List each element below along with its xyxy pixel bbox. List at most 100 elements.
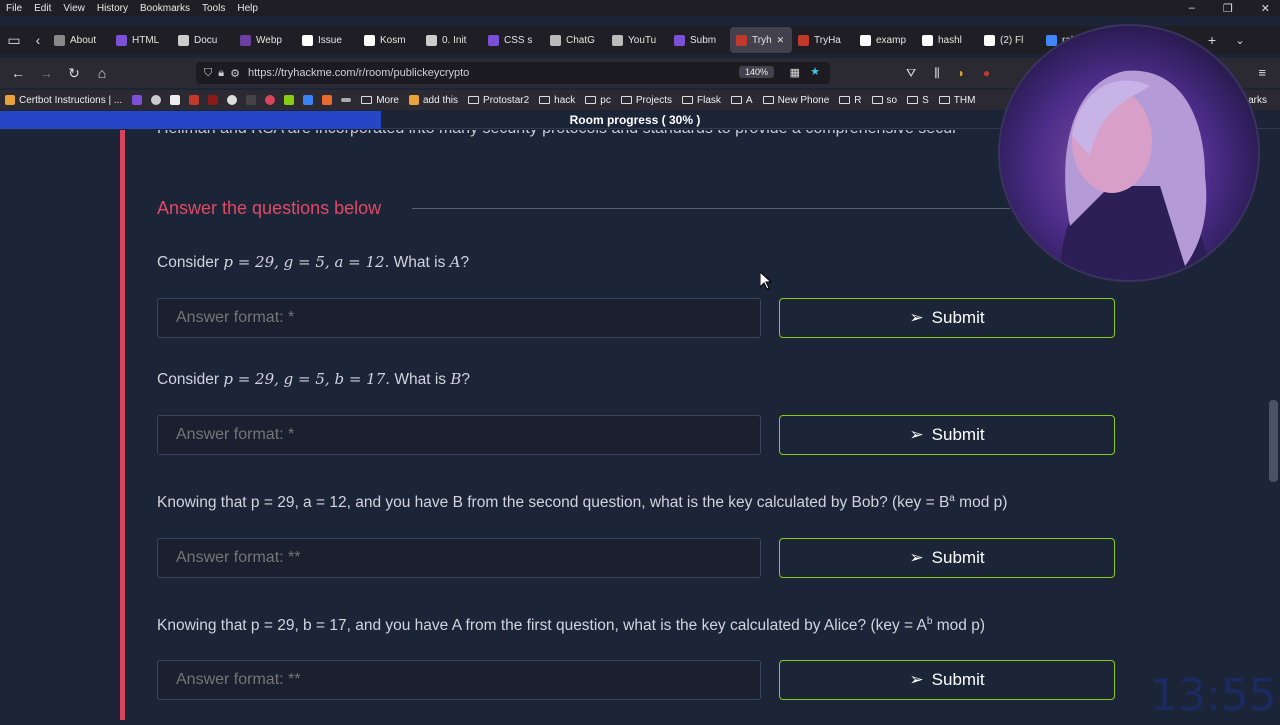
bookmark-so[interactable]: so [867, 95, 903, 106]
shield-icon[interactable]: ⛉ [204, 67, 212, 80]
zoom-indicator[interactable]: 140% [738, 66, 774, 78]
menu-file[interactable]: File [0, 3, 28, 14]
bookmark-add-this[interactable]: add this [404, 95, 463, 106]
reload-icon[interactable]: ↻ [60, 65, 88, 82]
url-text[interactable]: https://tryhackme.com/r/room/publickeycr… [248, 67, 469, 79]
tab-8[interactable]: ChatG [544, 27, 606, 53]
home-icon[interactable]: ⌂ [88, 65, 116, 81]
bookmark-projects[interactable]: Projects [616, 95, 677, 106]
lock-icon[interactable]: 🔒︎ [218, 67, 224, 80]
tab-overflow-icon[interactable]: ⌄ [1226, 34, 1254, 47]
answer-input-3[interactable] [157, 538, 761, 578]
bookmark-pc[interactable]: pc [580, 95, 616, 106]
bookmark-hack[interactable]: hack [534, 95, 580, 106]
submit-button-2[interactable]: ➢ Submit [779, 415, 1115, 455]
tab-12[interactable]: TryHa [792, 27, 854, 53]
bookmark-s[interactable]: S [902, 95, 934, 106]
bookmark-more[interactable]: More [356, 95, 404, 106]
tab-label: HTML [132, 34, 160, 46]
close-tab-icon[interactable]: ✕ [777, 35, 785, 46]
bookmark-r[interactable]: R [834, 95, 866, 106]
tab-13[interactable]: examp [854, 27, 916, 53]
close-window-icon[interactable]: ✕ [1261, 2, 1270, 15]
tab-3[interactable]: Webp [234, 27, 296, 53]
tab-4[interactable]: Issue [296, 27, 358, 53]
tab-favicon-icon [178, 34, 189, 46]
tab-label: hashl [938, 34, 962, 46]
tab-favicon-icon [612, 34, 623, 46]
tab-6[interactable]: 0. Init [420, 27, 482, 53]
tab-5[interactable]: Kosm [358, 27, 420, 53]
folder-icon [762, 96, 774, 104]
bookmark-icon[interactable] [322, 95, 333, 105]
library-icon[interactable]: ⫼ [934, 66, 940, 81]
menu-bookmarks[interactable]: Bookmarks [134, 3, 196, 14]
menu-history[interactable]: History [91, 3, 134, 14]
tab-scroll-left-icon[interactable]: ‹ [28, 32, 48, 48]
folder-icon [539, 96, 551, 104]
answer-input-4[interactable] [157, 660, 761, 700]
reader-view-icon[interactable]: ▦ [790, 66, 800, 79]
submit-button-1[interactable]: ➢ Submit [779, 298, 1115, 338]
tab-label: (2) Fl [1000, 34, 1024, 46]
restore-icon[interactable]: ❐ [1223, 2, 1233, 15]
bookmark-icon[interactable] [284, 95, 295, 105]
bookmark-icon[interactable] [246, 95, 257, 105]
bookmark-icon[interactable] [132, 95, 143, 105]
menu-help[interactable]: Help [231, 3, 264, 14]
back-icon[interactable]: ← [4, 65, 32, 81]
tab-label: About [70, 34, 97, 46]
tab-0[interactable]: About [48, 27, 110, 53]
bookmark-icon[interactable] [170, 95, 181, 105]
tab-favicon-icon [736, 34, 747, 46]
submit-button-3[interactable]: ➢ Submit [779, 538, 1115, 578]
extension-icon[interactable]: ◗ [958, 66, 965, 81]
tab-14[interactable]: hashl [916, 27, 978, 53]
menu-tools[interactable]: Tools [196, 3, 231, 14]
menu-edit[interactable]: Edit [28, 3, 57, 14]
bookmark-icon[interactable] [265, 95, 276, 105]
pocket-icon[interactable]: ⛛ [906, 66, 916, 81]
address-bar[interactable]: ⛉ 🔒︎ ⚙ https://tryhackme.com/r/room/publ… [196, 62, 830, 84]
forward-icon[interactable]: → [32, 65, 60, 81]
tab-list-icon[interactable]: ▭ [0, 32, 28, 49]
page-scrollbar[interactable] [1269, 400, 1278, 482]
bookmark-thm[interactable]: THM [934, 95, 981, 106]
bookmark-icon[interactable] [208, 95, 219, 105]
folder-icon [585, 96, 597, 104]
skull-icon[interactable] [151, 95, 162, 105]
tab-label: ChatG [566, 34, 595, 46]
permissions-icon[interactable]: ⚙ [230, 67, 240, 80]
bookmark-certbot[interactable]: Certbot Instructions | ... [0, 95, 127, 106]
tab-11[interactable]: Tryh ✕ [730, 27, 792, 53]
minimize-icon[interactable]: – [1189, 2, 1195, 15]
tab-7[interactable]: CSS s [482, 27, 544, 53]
streamer-watermark: FixIt42 [0, 560, 44, 720]
tab-9[interactable]: YouTu [606, 27, 668, 53]
bookmark-a[interactable]: A [726, 95, 758, 106]
answer-input-2[interactable] [157, 415, 761, 455]
menu-view[interactable]: View [57, 3, 91, 14]
tab-label: Tryh [752, 34, 772, 46]
question-1: Consider p = 29, g = 5, a = 12. What is … [157, 253, 470, 271]
tab-1[interactable]: HTML [110, 27, 172, 53]
app-menu-icon[interactable]: ≡ [1258, 65, 1266, 80]
answer-input-1[interactable] [157, 298, 761, 338]
bookmark-protostar2[interactable]: Protostar2 [463, 95, 534, 106]
tab-label: CSS s [504, 34, 533, 46]
bookmark-star-icon[interactable]: ★ [810, 65, 820, 78]
tab-15[interactable]: (2) Fl [978, 27, 1040, 53]
toolbar-icons: ⛛ ⫼ ◗ ● [906, 66, 990, 81]
bookmark-flask[interactable]: Flask [677, 95, 726, 106]
bookmark-icon[interactable] [303, 95, 314, 105]
tab-favicon-icon [364, 34, 375, 46]
bookmark-icon[interactable] [341, 98, 352, 102]
bookmark-new-phone[interactable]: New Phone [758, 95, 835, 106]
bookmark-icon[interactable] [227, 95, 238, 105]
bookmark-icon[interactable] [189, 95, 200, 105]
tab-2[interactable]: Docu [172, 27, 234, 53]
ublock-icon[interactable]: ● [983, 66, 990, 81]
submit-button-4[interactable]: ➢ Submit [779, 660, 1115, 700]
tab-10[interactable]: Subm [668, 27, 730, 53]
tab-favicon-icon [860, 34, 871, 46]
